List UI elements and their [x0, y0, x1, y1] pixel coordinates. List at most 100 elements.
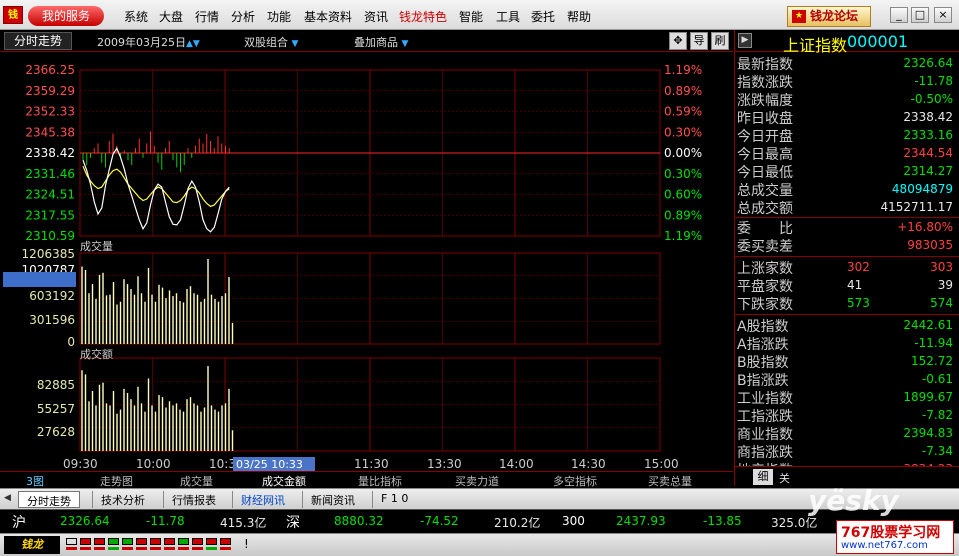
c300-price: 2437.93: [616, 514, 666, 528]
status-bar-segment: [94, 547, 105, 550]
status-bar-segment: [122, 547, 133, 550]
sub-index-label: A指涨跌: [737, 337, 789, 353]
date-selector[interactable]: 2009年03月25日▲▼: [97, 34, 200, 50]
volume-label: 301596: [29, 313, 75, 327]
menu-market[interactable]: 大盘: [159, 8, 183, 25]
spin-icon: ▲▼: [186, 39, 200, 49]
breadth-label: 平盘家数: [737, 279, 793, 295]
percent-label: 0.30%: [664, 125, 702, 139]
date-text: 2009年03月25日: [97, 36, 186, 49]
time-label: 09:30: [63, 457, 98, 471]
status-bar-segment: [164, 547, 175, 550]
volume-cursor-box: [3, 272, 76, 287]
status-box: [150, 538, 161, 545]
tab-technical[interactable]: 技术分析: [92, 491, 153, 508]
tab-trend[interactable]: 走势图: [100, 473, 133, 489]
percent-label: 0.89%: [664, 208, 702, 222]
menu-bar: 钱 我的服务 系统 大盘 行情 分析 功能 基本资料 资讯 钱龙特色 智能 工具…: [0, 0, 959, 30]
menu-quotes[interactable]: 行情: [195, 8, 219, 25]
sub-index-value: -11.94: [914, 336, 953, 350]
my-service-button[interactable]: 我的服务: [28, 6, 104, 26]
tab-buysell-total[interactable]: 买卖总量: [648, 473, 692, 489]
refresh-button[interactable]: 刷: [711, 32, 729, 50]
export-button[interactable]: 导: [690, 32, 708, 50]
sub-index-value: 1899.67: [903, 390, 953, 404]
price-label: 2324.51: [25, 188, 75, 202]
sub-index-label: 商指涨跌: [737, 445, 793, 461]
menu-qianlong-special[interactable]: 钱龙特色: [399, 8, 447, 25]
tab-longshort[interactable]: 多空指标: [553, 473, 597, 489]
info-label: 今日最低: [737, 165, 793, 181]
info-label: 指数涨跌: [737, 75, 793, 91]
app-logo-icon[interactable]: 钱: [3, 6, 23, 24]
info-label: 今日最高: [737, 147, 793, 163]
breadth-value: 302: [847, 260, 870, 274]
volume-bars: [81, 259, 234, 344]
info-value: -0.50%: [910, 92, 953, 106]
site-name: 767股票学习网: [841, 525, 941, 541]
menu-trade[interactable]: 委托: [531, 8, 555, 25]
menu-functions[interactable]: 功能: [267, 8, 291, 25]
price-axis-labels: 2366.25 2359.29 2352.33 2345.38 2338.42 2331.…: [25, 63, 75, 243]
status-bar-segment: [178, 547, 189, 550]
tab-volume-ratio[interactable]: 量比指标: [358, 473, 402, 489]
index-info-panel: ▶ 上证指数 000001 最新指数 2326.64 指数涨跌 -11.78 涨跌幅度 -…: [734, 30, 959, 486]
tab-buysell-force[interactable]: 买卖力道: [455, 473, 499, 489]
info-label: 涨跌幅度: [737, 93, 793, 109]
breadth-value: 573: [847, 296, 870, 310]
menu-tools[interactable]: 工具: [496, 8, 520, 25]
menu-fundamentals[interactable]: 基本资料: [304, 8, 352, 25]
maximize-button[interactable]: □: [911, 7, 929, 23]
info-value: +16.80%: [897, 220, 953, 234]
info-label: 今日开盘: [737, 129, 793, 145]
intraday-tab[interactable]: 分时走势: [4, 32, 72, 50]
amount-bars: [81, 366, 234, 451]
price-label: 2366.25: [25, 63, 75, 77]
tab-f10[interactable]: F 1 0: [372, 491, 416, 508]
volume-label: 1206385: [22, 247, 75, 261]
index-name: 上证指数: [783, 36, 848, 55]
forum-button[interactable]: ★ 钱龙论坛: [787, 6, 871, 27]
close-button[interactable]: ×: [934, 7, 952, 23]
divider: [735, 314, 959, 315]
volume-label: 0: [67, 335, 75, 349]
tab-intraday[interactable]: 分时走势: [18, 491, 80, 508]
expand-icon[interactable]: ▶: [738, 33, 752, 48]
tab-volume[interactable]: 成交量: [180, 473, 213, 489]
sub-index-value: -7.34: [921, 444, 953, 458]
combo-dropdown[interactable]: 双股组合 ▼: [244, 34, 298, 50]
time-label: 11:30: [354, 457, 389, 471]
time-label: 14:30: [571, 457, 606, 471]
volume-label: 603192: [29, 289, 75, 303]
menu-system[interactable]: 系统: [124, 8, 148, 25]
status-bar-segment: [66, 547, 77, 550]
overlay-dropdown[interactable]: 叠加商品 ▼: [354, 34, 408, 50]
close-tab[interactable]: 关: [779, 470, 790, 486]
menu-analysis[interactable]: 分析: [231, 8, 255, 25]
percent-label: 1.19%: [664, 229, 702, 243]
volume-title: 成交量: [80, 239, 113, 253]
detail-tab[interactable]: 细: [753, 469, 773, 485]
forum-icon: ★: [792, 10, 806, 23]
crosshair-move-icon[interactable]: ✥: [669, 32, 687, 50]
breadth-value-alt: 39: [937, 278, 953, 292]
menu-help[interactable]: 帮助: [567, 8, 591, 25]
menu-news[interactable]: 资讯: [364, 8, 388, 25]
chevron-down-icon: ▼: [401, 39, 409, 49]
site-url: www.net767.com: [841, 540, 928, 551]
intraday-chart[interactable]: 2366.25 2359.29 2352.33 2345.38 2338.42 2331.…: [0, 53, 733, 471]
tab-finance-news[interactable]: 财经网讯: [232, 491, 293, 508]
info-label: 昨日收盘: [737, 111, 793, 127]
tab-amount[interactable]: 成交金额: [262, 473, 306, 489]
breadth-label: 下跌家数: [737, 297, 793, 313]
minimize-button[interactable]: _: [890, 7, 908, 23]
tab-3charts[interactable]: 3图: [26, 473, 44, 489]
scroll-left-icon[interactable]: ◀: [4, 493, 11, 503]
qianlong-logo: 钱龙: [4, 536, 60, 554]
time-label: 15:00: [644, 457, 679, 471]
amount-title: 成交额: [80, 347, 113, 361]
tab-report[interactable]: 行情报表: [163, 491, 224, 508]
menu-smart[interactable]: 智能: [459, 8, 483, 25]
status-box: [192, 538, 203, 545]
tab-news[interactable]: 新闻资讯: [302, 491, 363, 508]
